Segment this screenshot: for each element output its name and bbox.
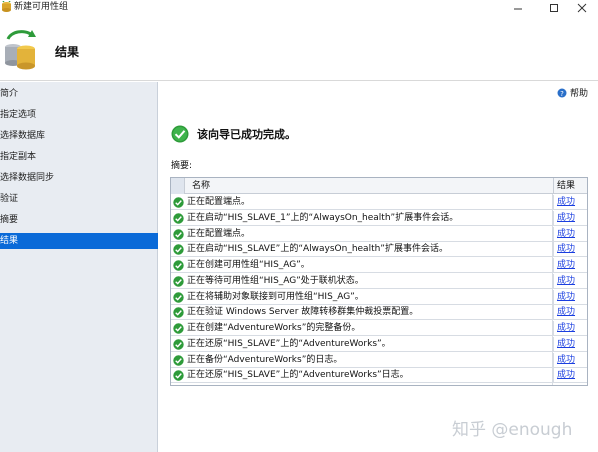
step-name: 正在创建可用性组“HIS_AG”。 — [187, 260, 310, 270]
step-name: 正在等待可用性组“HIS_AG”处于联机状态。 — [187, 275, 364, 286]
main-panel: ? 帮助 该向导已成功完成。 摘要: 名称 结果 正在配置端点。 成功 正在启动“H… — [159, 82, 598, 452]
step-name: 正在验证 Windows Server 故障转移群集仲裁投票配置。 — [187, 307, 419, 318]
table-row[interactable]: 正在验证 Windows Server 故障转移群集仲裁投票配置。 成功 — [171, 305, 587, 321]
step-name: 正在配置端点。 — [187, 228, 251, 239]
success-check-icon — [173, 213, 184, 224]
result-link[interactable]: 成功 — [553, 305, 587, 321]
close-button[interactable] — [564, 0, 598, 15]
success-check-icon — [173, 323, 184, 334]
table-row[interactable]: 正在还原“HIS_SLAVE”上的“AdventureWorks”。 成功 — [171, 336, 587, 352]
success-check-icon — [173, 291, 184, 303]
step-name: 正在配置端点。 — [187, 197, 251, 207]
table-row[interactable]: 正在创建可用性组“HIS_AG”。 成功 — [171, 258, 587, 273]
title-bar: 新建可用性组 — [0, 0, 598, 15]
watermark: 知乎 @enough — [452, 420, 573, 440]
results-table: 名称 结果 正在配置端点。 成功 正在启动“HIS_SLAVE_1”上的“Alway… — [170, 177, 588, 386]
step-name: 正在还原“HIS_SLAVE”上的“AdventureWorks”日志。 — [187, 370, 409, 381]
table-row[interactable]: 正在还原“HIS_SLAVE”上的“AdventureWorks”日志。 成功 — [171, 368, 587, 384]
success-banner: 该向导已成功完成。 — [171, 125, 296, 143]
success-check-icon — [173, 354, 184, 366]
result-link[interactable]: 成功 — [553, 336, 587, 352]
minimize-button[interactable] — [500, 0, 536, 15]
result-link[interactable]: 成功 — [553, 352, 587, 368]
success-check-icon — [173, 276, 184, 287]
success-check-icon — [173, 228, 184, 240]
nav-item-databases[interactable]: 选择数据库 — [0, 128, 158, 144]
result-link[interactable]: 成功 — [553, 289, 587, 305]
success-message: 该向导已成功完成。 — [197, 128, 296, 141]
help-icon: ? — [557, 88, 567, 98]
step-name: 正在还原“HIS_SLAVE”上的“AdventureWorks”。 — [187, 338, 391, 349]
database-cluster-icon — [5, 30, 36, 70]
success-check-icon — [173, 339, 184, 350]
result-link[interactable]: 成功 — [553, 273, 587, 289]
table-row[interactable]: 正在启动“HIS_SLAVE”上的“AlwaysOn_health”扩展事件会话… — [171, 242, 587, 258]
table-row[interactable]: 正在将辅助对象联接到可用性组“HIS_AG”。 成功 — [171, 289, 587, 305]
result-link[interactable]: 成功 — [553, 368, 587, 384]
table-row[interactable]: 正在等待可用性组“HIS_AG”处于联机状态。 成功 — [171, 273, 587, 289]
step-name: 正在创建“AdventureWorks”的完整备份。 — [187, 323, 361, 333]
wizard-nav: 简介 指定选项 选择数据库 指定副本 选择数据同步 验证 摘要 结果 — [0, 82, 158, 452]
nav-item-options[interactable]: 指定选项 — [0, 107, 158, 123]
result-link[interactable]: 成功 — [553, 210, 587, 226]
column-result-header[interactable]: 结果 — [553, 178, 587, 194]
svg-text:?: ? — [560, 90, 564, 98]
nav-item-summary[interactable]: 摘要 — [0, 212, 158, 228]
nav-item-replicas[interactable]: 指定副本 — [0, 149, 158, 165]
result-link[interactable]: 成功 — [553, 242, 587, 258]
success-check-icon — [173, 307, 184, 318]
result-link[interactable]: 成功 — [553, 226, 587, 242]
availability-group-icon — [2, 1, 11, 12]
summary-label: 摘要: — [171, 161, 193, 171]
window-title: 新建可用性组 — [14, 2, 69, 12]
nav-item-validation[interactable]: 验证 — [0, 191, 158, 207]
table-header: 名称 结果 — [171, 178, 587, 194]
table-row[interactable]: 正在配置端点。 成功 — [171, 195, 587, 210]
result-link[interactable]: 成功 — [553, 258, 587, 273]
help-link[interactable]: ? 帮助 — [557, 86, 588, 99]
table-row[interactable]: 正在创建“AdventureWorks”的完整备份。 成功 — [171, 321, 587, 336]
close-icon — [577, 3, 587, 12]
success-check-icon — [173, 260, 184, 271]
success-check-icon — [171, 125, 189, 143]
wizard-header: 结果 — [0, 15, 598, 81]
table-row[interactable]: 正在备份“AdventureWorks”的日志。 成功 — [171, 352, 587, 368]
success-check-icon — [173, 244, 184, 255]
minimize-icon — [514, 8, 522, 9]
step-name: 正在备份“AdventureWorks”的日志。 — [187, 354, 343, 365]
nav-item-results[interactable]: 结果 — [0, 233, 158, 249]
step-name: 正在启动“HIS_SLAVE”上的“AlwaysOn_health”扩展事件会话… — [187, 244, 448, 255]
result-link[interactable]: 成功 — [553, 321, 587, 336]
success-check-icon — [173, 197, 184, 208]
table-row[interactable]: 正在启动“HIS_SLAVE_1”上的“AlwaysOn_health”扩展事件… — [171, 210, 587, 226]
header-corner — [171, 178, 185, 194]
table-row[interactable]: 正在配置端点。 成功 — [171, 226, 587, 242]
result-link[interactable]: 成功 — [553, 195, 587, 210]
column-name-header[interactable]: 名称 — [192, 178, 210, 194]
maximize-icon — [550, 3, 558, 12]
nav-item-intro[interactable]: 简介 — [0, 86, 158, 102]
success-check-icon — [173, 370, 184, 381]
step-name: 正在启动“HIS_SLAVE_1”上的“AlwaysOn_health”扩展事件… — [187, 212, 459, 223]
help-label: 帮助 — [569, 89, 588, 99]
page-title: 结果 — [55, 45, 80, 59]
step-name: 正在将辅助对象联接到可用性组“HIS_AG”。 — [187, 291, 364, 302]
nav-item-data-sync[interactable]: 选择数据同步 — [0, 170, 158, 186]
